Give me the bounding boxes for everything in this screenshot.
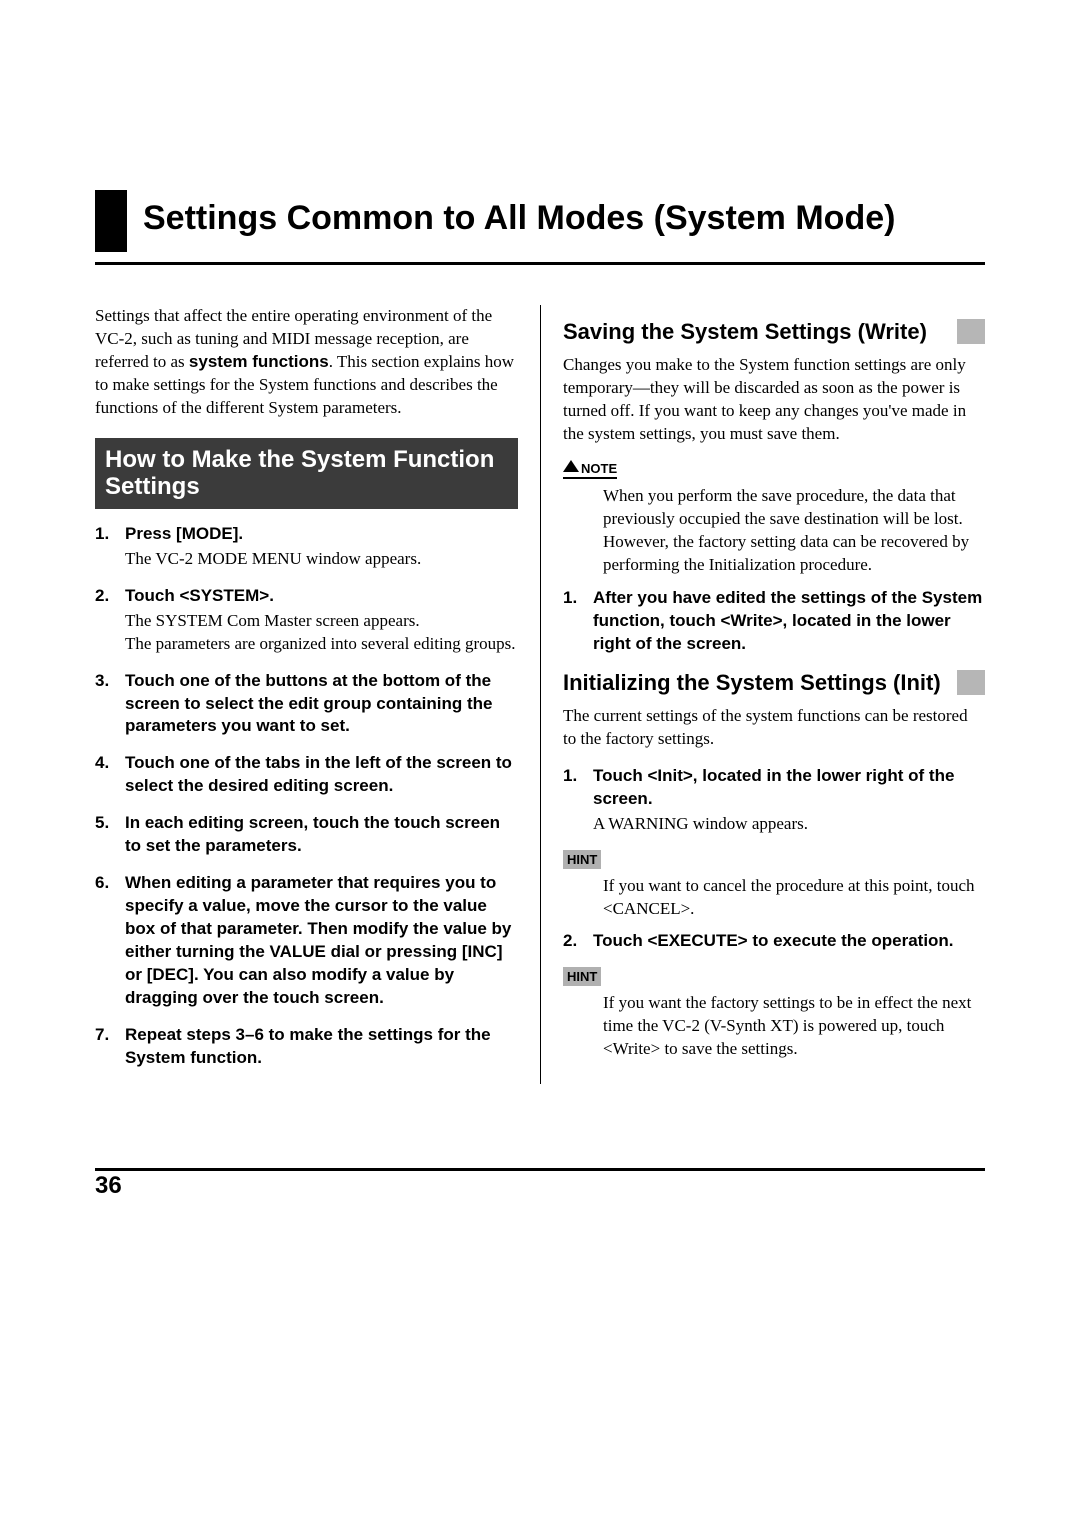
title-block: Settings Common to All Modes (System Mod… xyxy=(95,190,985,252)
step-number: 4. xyxy=(95,752,109,775)
step-title: Repeat steps 3–6 to make the settings fo… xyxy=(125,1025,491,1067)
hint-text-2: If you want the factory settings to be i… xyxy=(603,992,985,1061)
step: 5. In each editing screen, touch the touc… xyxy=(95,812,518,858)
subsection-heading-save: Saving the System Settings (Write) xyxy=(563,319,985,344)
step: 2. Touch <SYSTEM>. The SYSTEM Com Master s… xyxy=(95,585,518,656)
subsection-heading-init: Initializing the System Settings (Init) xyxy=(563,670,985,695)
page: Settings Common to All Modes (System Mod… xyxy=(0,0,1080,1144)
subsection-heading-save-text: Saving the System Settings (Write) xyxy=(563,319,927,344)
left-steps: 1. Press [MODE]. The VC-2 MODE MENU window… xyxy=(95,523,518,1070)
columns: Settings that affect the entire operatin… xyxy=(95,305,985,1084)
init-steps-2: 2. Touch <EXECUTE> to execute the operati… xyxy=(563,930,985,953)
step-number: 7. xyxy=(95,1024,109,1047)
step-title: In each editing screen, touch the touch … xyxy=(125,813,500,855)
hint-icon: HINT xyxy=(563,850,601,869)
save-intro: Changes you make to the System function … xyxy=(563,354,985,446)
page-title: Settings Common to All Modes (System Mod… xyxy=(143,190,895,237)
step-title: Touch <SYSTEM>. xyxy=(125,586,274,605)
step-title: Touch <Init>, located in the lower right… xyxy=(593,766,954,808)
step-body: The VC-2 MODE MENU window appears. xyxy=(125,548,518,571)
step: 1. Press [MODE]. The VC-2 MODE MENU window… xyxy=(95,523,518,571)
step-title: When editing a parameter that requires y… xyxy=(125,873,511,1007)
step: 3. Touch one of the buttons at the bottom… xyxy=(95,670,518,739)
step: 2. Touch <EXECUTE> to execute the operati… xyxy=(563,930,985,953)
step-title: Touch one of the buttons at the bottom o… xyxy=(125,671,492,736)
step-body: A WARNING window appears. xyxy=(593,813,985,836)
note-callout: NOTE When you perform the save procedure… xyxy=(563,460,985,577)
init-steps: 1. Touch <Init>, located in the lower rig… xyxy=(563,765,985,836)
step: 1. Touch <Init>, located in the lower rig… xyxy=(563,765,985,836)
init-intro: The current settings of the system funct… xyxy=(563,705,985,751)
section-heading-left: How to Make the System Function Settings xyxy=(95,438,518,509)
step-number: 1. xyxy=(563,765,577,788)
step-body: The SYSTEM Com Master screen appears. Th… xyxy=(125,610,518,656)
step-title: Touch one of the tabs in the left of the… xyxy=(125,753,512,795)
left-column: Settings that affect the entire operatin… xyxy=(95,305,540,1084)
note-text: When you perform the save procedure, the… xyxy=(603,485,985,577)
heading-grey-accent xyxy=(957,670,985,695)
step-title: After you have edited the settings of th… xyxy=(593,588,982,653)
step-number: 2. xyxy=(563,930,577,953)
step: 1. After you have edited the settings of … xyxy=(563,587,985,656)
step: 6. When editing a parameter that requires… xyxy=(95,872,518,1010)
step-number: 1. xyxy=(95,523,109,546)
note-icon: NOTE xyxy=(563,461,617,479)
step-number: 2. xyxy=(95,585,109,608)
page-number: 36 xyxy=(95,1172,122,1200)
step-title: Touch <EXECUTE> to execute the operation… xyxy=(593,931,954,950)
hint-text-1: If you want to cancel the procedure at t… xyxy=(603,875,985,921)
step-title: Press [MODE]. xyxy=(125,524,243,543)
step-number: 1. xyxy=(563,587,577,610)
save-steps: 1. After you have edited the settings of … xyxy=(563,587,985,656)
footer-rule xyxy=(95,1168,985,1171)
intro-paragraph: Settings that affect the entire operatin… xyxy=(95,305,518,420)
step: 4. Touch one of the tabs in the left of t… xyxy=(95,752,518,798)
title-decor-bar xyxy=(95,190,127,252)
subsection-heading-init-text: Initializing the System Settings (Init) xyxy=(563,670,941,695)
title-rule xyxy=(95,262,985,265)
heading-grey-accent xyxy=(957,319,985,344)
hint-icon: HINT xyxy=(563,967,601,986)
right-column: Saving the System Settings (Write) Chang… xyxy=(540,305,985,1084)
step-number: 3. xyxy=(95,670,109,693)
step: 7. Repeat steps 3–6 to make the settings … xyxy=(95,1024,518,1070)
step-number: 6. xyxy=(95,872,109,895)
hint-callout-1: HINT If you want to cancel the procedure… xyxy=(563,850,985,921)
intro-bold: system functions xyxy=(189,352,329,371)
step-number: 5. xyxy=(95,812,109,835)
hint-callout-2: HINT If you want the factory settings to… xyxy=(563,967,985,1061)
